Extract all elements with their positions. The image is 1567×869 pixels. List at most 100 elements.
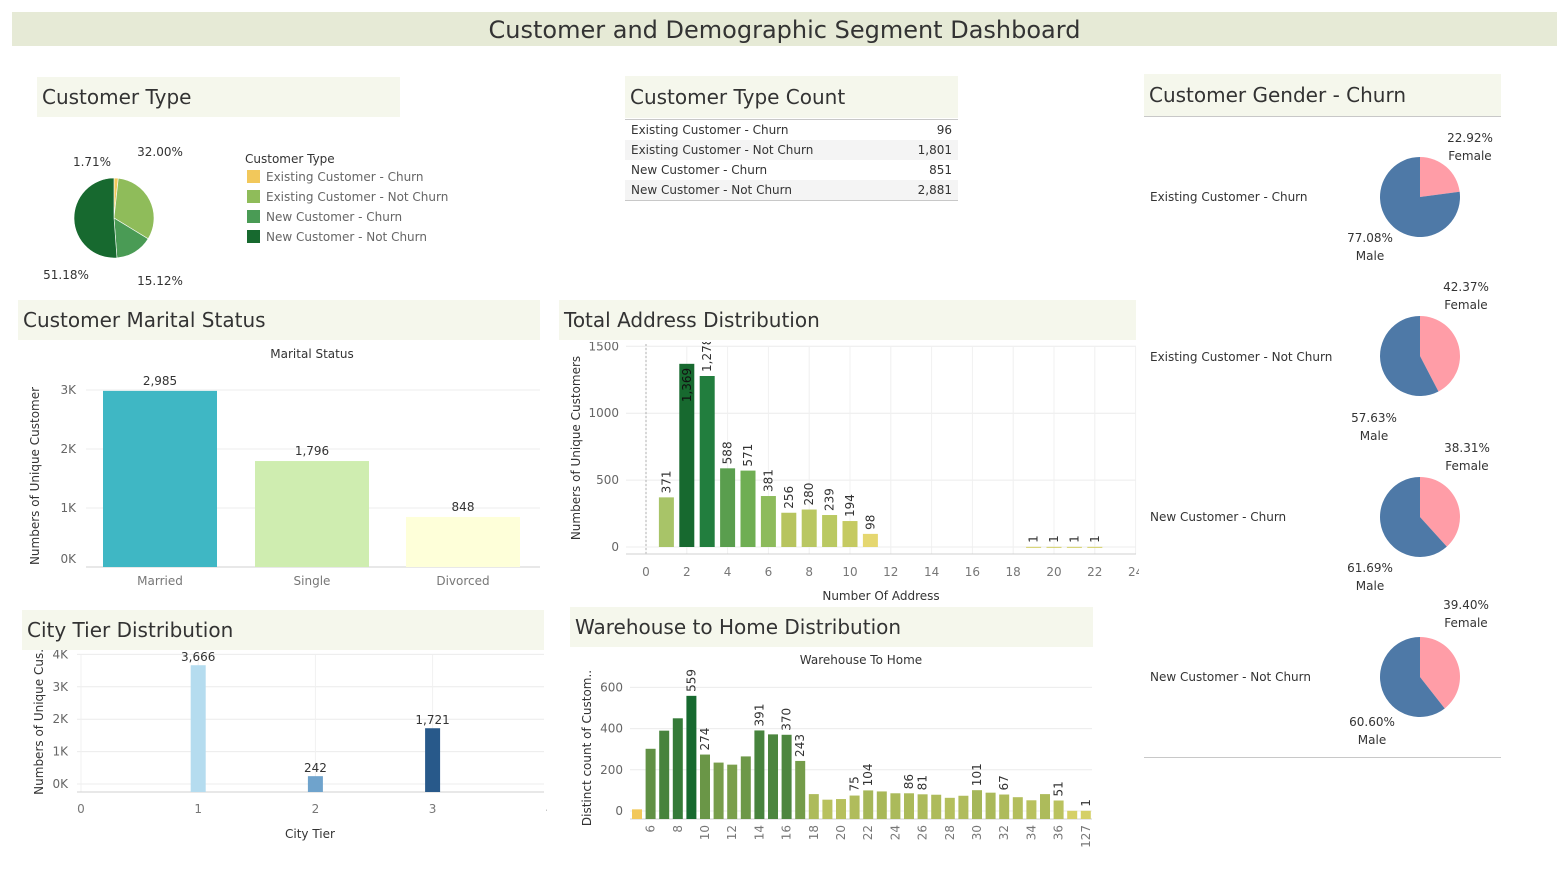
value-label: 1,721	[415, 713, 449, 727]
bar[interactable]	[1067, 810, 1078, 819]
gender-title: Customer Gender - Churn	[1144, 74, 1501, 116]
bar-married[interactable]	[103, 390, 217, 567]
x-tick-label: 22	[1087, 565, 1102, 579]
bar-single[interactable]	[255, 461, 369, 567]
value-label: 3,666	[181, 650, 215, 664]
bar[interactable]	[713, 762, 724, 819]
value-label: 1	[1047, 535, 1061, 543]
bar[interactable]	[890, 793, 901, 819]
bar[interactable]	[632, 809, 642, 819]
value-label: 1	[1079, 799, 1093, 807]
pie-slice-new-not-churn[interactable]	[73, 177, 118, 259]
bar[interactable]	[1040, 794, 1050, 819]
table-row: New Customer - Not Churn 2,881	[625, 180, 958, 200]
bar[interactable]	[754, 730, 765, 819]
y-tick-label: 0	[611, 540, 619, 554]
bar[interactable]	[760, 496, 776, 547]
address-title: Total Address Distribution	[559, 300, 1136, 340]
bar[interactable]	[672, 718, 683, 819]
marital-chart[interactable]: Marital Status 0K 1K 2K 3K Numbers of Un…	[18, 342, 543, 594]
value-label: 51	[1052, 781, 1066, 796]
city-chart[interactable]: 3,666 242 1,721 0K 1K 2K 3K 4K 0 1 2 3 4 Numbers of…	[22, 650, 547, 850]
legend-swatch-new-churn	[247, 210, 260, 223]
bar-divorced[interactable]	[406, 516, 520, 567]
bar[interactable]	[944, 797, 955, 819]
warehouse-chart-header: Warehouse To Home	[800, 653, 922, 667]
bar[interactable]	[658, 497, 674, 547]
bar[interactable]	[801, 509, 817, 547]
bar-tier-2[interactable]	[307, 776, 323, 792]
x-tick-label: 26	[916, 825, 930, 840]
bar[interactable]	[700, 754, 710, 819]
bar[interactable]	[1026, 546, 1042, 548]
legend-item-new-churn[interactable]: New Customer - Churn	[266, 210, 402, 224]
bar[interactable]	[781, 512, 797, 547]
bar[interactable]	[842, 521, 858, 547]
legend-item-existing-not-churn[interactable]: Existing Customer - Not Churn	[266, 190, 448, 204]
bar[interactable]	[849, 795, 860, 819]
y-tick-label: 1000	[588, 406, 619, 420]
bar[interactable]	[836, 799, 846, 819]
bar[interactable]	[958, 795, 969, 819]
bar[interactable]	[1080, 810, 1091, 819]
bar[interactable]	[863, 790, 874, 819]
bar[interactable]	[740, 756, 751, 819]
bar[interactable]	[686, 695, 697, 819]
value-label: 1,278	[700, 342, 714, 372]
bar[interactable]	[917, 794, 928, 819]
bar[interactable]	[727, 764, 738, 819]
male-pct: 61.69%	[1347, 561, 1393, 575]
address-chart[interactable]: 3711,3691,278588 571381256 280 239 194981 1 1 1…	[559, 342, 1139, 604]
x-tick-label: 24	[888, 825, 902, 840]
bar[interactable]	[972, 790, 982, 819]
x-tick-label: 32	[997, 825, 1011, 840]
bar[interactable]	[1087, 546, 1103, 548]
bar[interactable]	[1053, 800, 1064, 819]
table-row: Existing Customer - Not Churn 1,801	[625, 140, 958, 160]
y-tick-label: 2K	[60, 442, 77, 456]
bar[interactable]	[985, 792, 996, 819]
bar[interactable]	[768, 734, 778, 819]
female-label: Female	[1444, 298, 1488, 312]
warehouse-title: Warehouse to Home Distribution	[570, 607, 1093, 647]
bar[interactable]	[720, 468, 736, 547]
bar-tier-3[interactable]	[425, 728, 441, 792]
bar[interactable]	[999, 794, 1010, 819]
value-label: 370	[780, 708, 794, 731]
x-tick-label: 10	[698, 825, 712, 840]
legend-item-new-not-churn[interactable]: New Customer - Not Churn	[266, 230, 427, 244]
bar[interactable]	[1012, 797, 1023, 819]
pie-slice-female[interactable]	[1420, 157, 1460, 197]
female-pct: 39.40%	[1443, 598, 1489, 612]
bar[interactable]	[740, 470, 756, 547]
bar[interactable]	[822, 799, 833, 819]
bar[interactable]	[876, 791, 887, 819]
bar[interactable]	[931, 794, 942, 819]
female-pct: 22.92%	[1447, 131, 1493, 145]
gender-bottom-rule	[1144, 757, 1501, 758]
bar[interactable]	[645, 748, 656, 819]
bar[interactable]	[904, 793, 914, 819]
bar[interactable]	[1026, 800, 1037, 819]
bar[interactable]	[808, 794, 819, 819]
bar[interactable]	[659, 730, 670, 819]
bar[interactable]	[1066, 546, 1082, 548]
x-tick-label: 22	[861, 825, 875, 840]
gender-row-label: New Customer - Churn	[1150, 510, 1287, 524]
x-tick-label: 36	[1052, 825, 1066, 840]
x-tick-label: 18	[807, 825, 821, 840]
bar[interactable]	[862, 533, 878, 547]
bar-tier-1[interactable]	[190, 665, 206, 792]
bar[interactable]	[1046, 546, 1062, 548]
warehouse-chart[interactable]: Warehouse To Home 559274391 37024375 104 86…	[570, 647, 1095, 857]
bar[interactable]	[822, 515, 838, 547]
value-label: 242	[304, 761, 327, 775]
customer-type-legend-title: Customer Type	[245, 152, 335, 166]
bar[interactable]	[781, 734, 792, 819]
x-tick-label: 6	[765, 565, 773, 579]
value-label: 571	[741, 444, 755, 467]
x-tick-label: 34	[1024, 825, 1038, 840]
bar[interactable]	[795, 760, 806, 819]
bar[interactable]	[699, 376, 715, 547]
legend-item-existing-churn[interactable]: Existing Customer - Churn	[266, 170, 424, 184]
